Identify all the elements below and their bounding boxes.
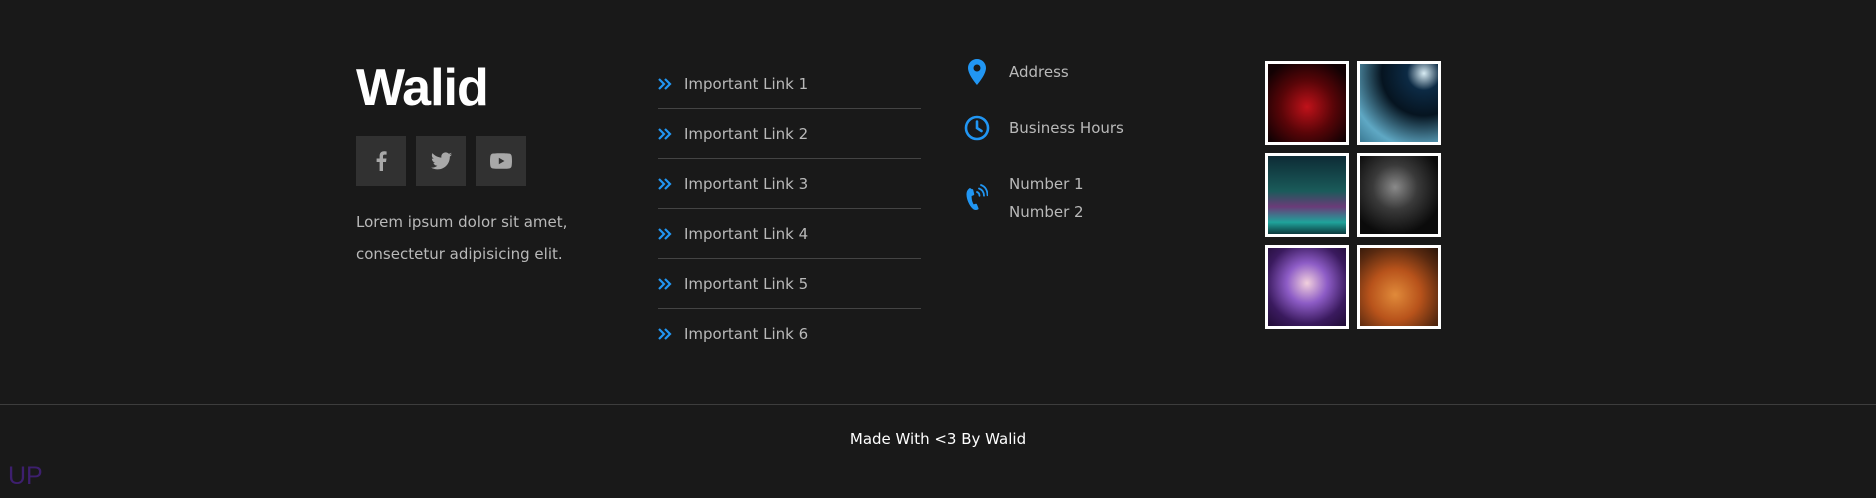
hours-row: Business Hours [963, 114, 1203, 142]
location-pin-icon [968, 59, 986, 85]
important-link-2[interactable]: Important Link 2 [658, 109, 921, 159]
gallery-image-5[interactable] [1265, 245, 1349, 329]
address-row: Address [963, 58, 1203, 86]
important-link-5[interactable]: Important Link 5 [658, 259, 921, 309]
about-text-line-1: Lorem ipsum dolor sit amet, [356, 213, 568, 231]
address-text: Address [1009, 63, 1069, 81]
phone-number-2: Number 2 [1009, 203, 1084, 221]
important-link-6[interactable]: Important Link 6 [658, 309, 921, 358]
gallery-image-1[interactable] [1265, 61, 1349, 145]
twitter-icon [430, 152, 452, 170]
contact-info: Address Business Hours Number 1 Number 2 [963, 58, 1203, 254]
double-chevron-right-icon [658, 77, 672, 90]
link-label: Important Link 5 [684, 274, 809, 293]
hours-text: Business Hours [1009, 119, 1124, 137]
facebook-icon [376, 151, 387, 171]
footer-divider [0, 404, 1876, 405]
social-links [356, 136, 596, 186]
scroll-up-button[interactable]: UP [8, 462, 43, 491]
gallery-image-4[interactable] [1357, 153, 1441, 237]
link-label: Important Link 3 [684, 174, 809, 193]
important-link-1[interactable]: Important Link 1 [658, 59, 921, 109]
gallery-image-3[interactable] [1265, 153, 1349, 237]
footer: Walid Lorem ipsum dolor sit amet, consec… [0, 0, 1876, 498]
link-label: Important Link 1 [684, 74, 809, 93]
about-text-line-2: consectetur adipisicing elit. [356, 245, 563, 263]
copyright-text: Made With <3 By Walid [849, 430, 1027, 448]
phone-volume-icon [966, 184, 988, 211]
brand-title: Walid [356, 59, 489, 117]
phone-row: Number 1 Number 2 [963, 170, 1203, 226]
double-chevron-right-icon [658, 177, 672, 190]
link-label: Important Link 2 [684, 124, 809, 143]
double-chevron-right-icon [658, 277, 672, 290]
phone-number-1: Number 1 [1009, 175, 1084, 193]
important-link-3[interactable]: Important Link 3 [658, 159, 921, 209]
important-links-list: Important Link 1 Important Link 2 Import… [658, 59, 921, 358]
clock-icon [964, 115, 990, 141]
about-text: Lorem ipsum dolor sit amet, consectetur … [356, 206, 586, 270]
gallery-image-6[interactable] [1357, 245, 1441, 329]
youtube-button[interactable] [476, 136, 526, 186]
about-section: Walid Lorem ipsum dolor sit amet, consec… [356, 58, 596, 270]
youtube-icon [490, 153, 512, 169]
double-chevron-right-icon [658, 227, 672, 240]
double-chevron-right-icon [658, 127, 672, 140]
image-gallery [1265, 61, 1441, 329]
double-chevron-right-icon [658, 327, 672, 340]
link-label: Important Link 4 [684, 224, 809, 243]
facebook-button[interactable] [356, 136, 406, 186]
link-label: Important Link 6 [684, 324, 809, 343]
gallery-image-2[interactable] [1357, 61, 1441, 145]
important-link-4[interactable]: Important Link 4 [658, 209, 921, 259]
twitter-button[interactable] [416, 136, 466, 186]
